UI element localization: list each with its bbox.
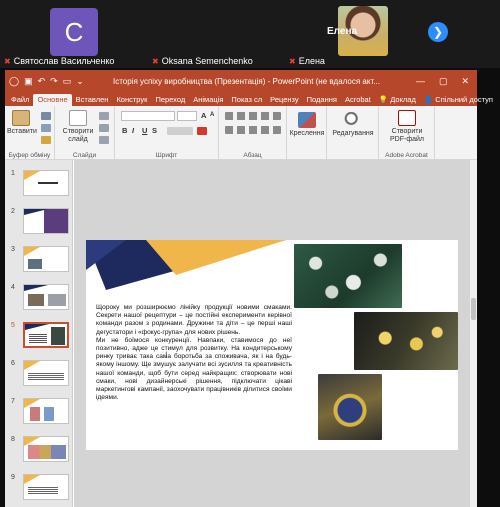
- save-icon[interactable]: ▣: [24, 76, 33, 87]
- scrollbar-thumb[interactable]: [471, 298, 476, 320]
- bold-button[interactable]: B: [122, 126, 127, 135]
- italic-button[interactable]: I: [132, 126, 134, 135]
- current-slide[interactable]: Щороку ми розширюємо лінійку продукції н…: [86, 240, 458, 450]
- mic-muted-icon: ✖: [4, 56, 11, 66]
- clipboard-icon: [12, 110, 30, 126]
- grow-font-icon[interactable]: A: [201, 111, 206, 120]
- participant-name: Святослав Васильченко: [13, 56, 115, 66]
- vertical-scrollbar[interactable]: [470, 160, 477, 507]
- cut-icon[interactable]: [41, 112, 51, 120]
- tab-home[interactable]: Основне: [33, 94, 72, 106]
- participant-tile[interactable]: C ✖ Святослав Васильченко: [0, 0, 150, 68]
- participant-tile[interactable]: ✖ Елена: [285, 0, 435, 68]
- slide-thumbnail[interactable]: 2: [11, 208, 73, 238]
- participant-name: Елена: [298, 56, 325, 66]
- format-painter-icon[interactable]: [41, 136, 51, 144]
- slide-thumbnails-pane: 1 2 3 4 5 6 7 8 9: [5, 160, 73, 507]
- slide-paragraph: Щороку ми розширюємо лінійку продукції н…: [96, 304, 292, 336]
- tab-slideshow[interactable]: Показ сл: [227, 94, 266, 106]
- participant-name: Oksana Semenchenko: [161, 56, 253, 66]
- ribbon: Вставити Буфер обміну Створити слайд Сла…: [5, 106, 477, 160]
- font-name-box[interactable]: [121, 111, 175, 121]
- paragraph-group: Абзац: [219, 106, 287, 160]
- spacing-icon[interactable]: [167, 127, 193, 135]
- slide-paragraph: Ми не боїмося конкуренції. Навпаки, став…: [96, 336, 292, 402]
- slide-thumbnail-selected[interactable]: 5: [11, 322, 73, 352]
- candy-photo-3: [318, 374, 382, 440]
- tab-file[interactable]: Файл: [7, 94, 33, 106]
- more-icon[interactable]: ⌄: [76, 76, 84, 87]
- close-button[interactable]: ✕: [461, 76, 469, 87]
- title-bar: ◯ ▣ ↶ ↷ ▭ ⌄ Історія успіху виробництва (…: [5, 70, 477, 92]
- candy-photo-2: [354, 312, 458, 370]
- drawing-group: Креслення: [287, 106, 327, 160]
- section-icon[interactable]: [99, 136, 109, 144]
- tab-review[interactable]: Рецензу: [266, 94, 302, 106]
- tab-view[interactable]: Подання: [303, 94, 341, 106]
- reset-icon[interactable]: [99, 124, 109, 132]
- mic-muted-icon: ✖: [289, 56, 296, 66]
- quick-access-toolbar: ◯ ▣ ↶ ↷ ▭ ⌄: [9, 76, 113, 87]
- candy-photo-1: [294, 244, 402, 308]
- decorative-triangles: [86, 240, 286, 290]
- layout-icon[interactable]: [99, 112, 109, 120]
- font-color-icon[interactable]: [197, 127, 207, 135]
- maximize-button[interactable]: ▢: [439, 76, 448, 87]
- tab-insert[interactable]: Вставлен: [72, 94, 113, 106]
- slide-thumbnail[interactable]: 3: [11, 246, 73, 276]
- mic-muted-icon: ✖: [152, 56, 159, 66]
- editing-group: Редагування: [327, 106, 379, 160]
- avatar: C: [50, 8, 98, 56]
- font-group: A A B I U S Шрифт: [115, 106, 219, 160]
- window-title: Історія успіху виробництва (Презентація)…: [113, 76, 380, 86]
- slides-group: Створити слайд Слайди: [55, 106, 115, 160]
- present-icon[interactable]: ▭: [63, 76, 72, 87]
- search-icon: [344, 112, 362, 128]
- new-slide-icon: [69, 110, 87, 126]
- ribbon-tabs: Файл Основне Вставлен Конструк Переход А…: [5, 92, 493, 106]
- slide-thumbnail[interactable]: 1: [11, 170, 73, 200]
- powerpoint-window: ◯ ▣ ↶ ↷ ▭ ⌄ Історія успіху виробництва (…: [5, 70, 493, 507]
- clipboard-group: Вставити Буфер обміну: [5, 106, 55, 160]
- autosave-icon[interactable]: ◯: [9, 76, 19, 87]
- share-button[interactable]: 👤 Спільний доступ: [420, 94, 497, 106]
- participant-tile[interactable]: ✖ Oksana Semenchenko: [150, 0, 388, 68]
- text-cursor-icon: I: [165, 350, 168, 360]
- create-pdf-button[interactable]: Створити PDF-файл: [383, 110, 431, 144]
- tell-me[interactable]: 💡 Доклад: [375, 94, 420, 106]
- new-slide-button[interactable]: Створити слайд: [61, 110, 95, 144]
- slide-editor-canvas[interactable]: Щороку ми розширюємо лінійку продукції н…: [74, 160, 470, 507]
- acrobat-group: Створити PDF-файл Adobe Acrobat: [379, 106, 435, 160]
- lightbulb-icon: 💡: [378, 95, 389, 104]
- tab-transitions[interactable]: Переход: [151, 94, 189, 106]
- underline-button[interactable]: U: [142, 126, 147, 135]
- slide-thumbnail[interactable]: 7: [11, 398, 73, 428]
- chevron-right-icon[interactable]: ❯: [428, 22, 448, 42]
- active-speaker-label: Елена: [327, 26, 358, 37]
- editing-button[interactable]: Редагування: [329, 112, 377, 138]
- tab-acrobat[interactable]: Acrobat: [341, 94, 375, 106]
- shapes-icon: [298, 112, 316, 128]
- shadow-button[interactable]: S: [152, 126, 157, 135]
- person-icon: 👤: [423, 95, 434, 104]
- align-icons[interactable]: [225, 126, 281, 134]
- copy-icon[interactable]: [41, 124, 51, 132]
- slide-text-box[interactable]: Щороку ми розширюємо лінійку продукції н…: [96, 304, 292, 402]
- tab-animations[interactable]: Анімація: [189, 94, 227, 106]
- redo-icon[interactable]: ↷: [50, 76, 58, 87]
- paste-button[interactable]: Вставити: [7, 110, 37, 136]
- slide-thumbnail[interactable]: 8: [11, 436, 73, 466]
- minimize-button[interactable]: —: [416, 76, 425, 87]
- slide-thumbnail[interactable]: 6: [11, 360, 73, 390]
- pdf-icon: [398, 110, 416, 126]
- font-size-box[interactable]: [177, 111, 197, 121]
- list-icons[interactable]: [225, 112, 281, 120]
- shrink-font-icon[interactable]: A: [210, 112, 214, 118]
- zoom-participant-strip: C ✖ Святослав Васильченко ✖ Oksana Semench…: [0, 0, 500, 68]
- undo-icon[interactable]: ↶: [38, 76, 46, 87]
- tab-design[interactable]: Конструк: [112, 94, 151, 106]
- slide-thumbnail[interactable]: 9: [11, 474, 73, 504]
- slide-thumbnail[interactable]: 4: [11, 284, 73, 314]
- drawing-button[interactable]: Креслення: [289, 112, 325, 138]
